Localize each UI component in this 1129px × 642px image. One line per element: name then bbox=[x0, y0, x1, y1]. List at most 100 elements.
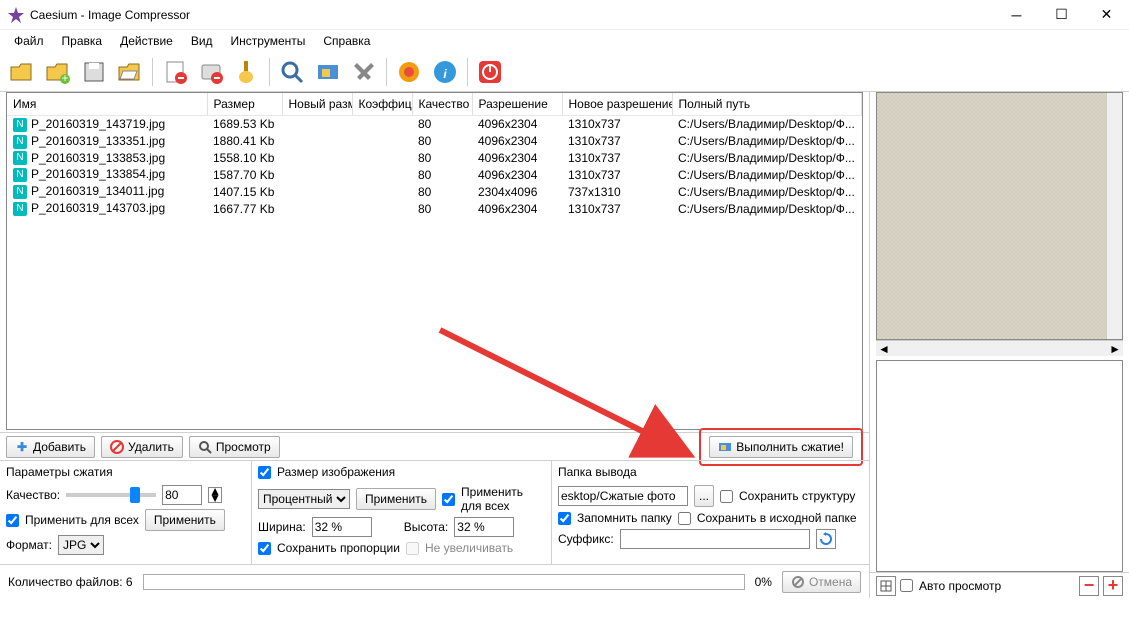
table-row[interactable]: NP_20160319_133854.jpg1587.70 Kb804096x2… bbox=[7, 166, 862, 183]
table-row[interactable]: NP_20160319_134011.jpg1407.15 Kb802304x4… bbox=[7, 183, 862, 200]
size-mode-select[interactable]: Процентный bbox=[258, 489, 350, 509]
remove-button[interactable]: Удалить bbox=[101, 436, 183, 458]
col-res[interactable]: Разрешение bbox=[472, 93, 562, 116]
minimize-button[interactable]: ─ bbox=[994, 0, 1039, 29]
zoom-in-icon[interactable]: + bbox=[1103, 576, 1123, 596]
table-row[interactable]: NP_20160319_143719.jpg1689.53 Kb804096x2… bbox=[7, 116, 862, 133]
open-file-icon[interactable] bbox=[6, 56, 38, 88]
menu-file[interactable]: Файл bbox=[6, 32, 52, 50]
progress-bar bbox=[143, 574, 745, 590]
open-folder-icon[interactable]: + bbox=[42, 56, 74, 88]
forbidden-icon bbox=[110, 440, 124, 454]
imagesize-panel: Размер изображения Процентный Применить … bbox=[252, 461, 552, 564]
power-icon[interactable] bbox=[474, 56, 506, 88]
new-badge-icon: N bbox=[13, 185, 27, 199]
col-newsize[interactable]: Новый разм bbox=[282, 93, 352, 116]
file-count: Количество файлов: 6 bbox=[8, 575, 133, 589]
new-badge-icon: N bbox=[13, 135, 27, 149]
info-icon[interactable]: i bbox=[429, 56, 461, 88]
menu-edit[interactable]: Правка bbox=[54, 32, 111, 50]
apply-quality-button[interactable]: Применить bbox=[145, 509, 225, 531]
new-badge-icon: N bbox=[13, 151, 27, 165]
stepper-icon[interactable]: ▲▼ bbox=[208, 487, 222, 503]
table-row[interactable]: NP_20160319_143703.jpg1667.77 Kb804096x2… bbox=[7, 200, 862, 217]
open-list-icon[interactable] bbox=[114, 56, 146, 88]
maximize-button[interactable]: ☐ bbox=[1039, 0, 1084, 29]
keep-structure-check[interactable]: Сохранить структуру bbox=[720, 489, 855, 503]
col-ratio[interactable]: Коэффици bbox=[352, 93, 412, 116]
file-table[interactable]: Имя Размер Новый разм Коэффици Качество … bbox=[6, 92, 863, 430]
menu-tools[interactable]: Инструменты bbox=[223, 32, 314, 50]
output-title: Папка вывода bbox=[558, 465, 863, 479]
statusbar: Количество файлов: 6 0% Отмена bbox=[0, 564, 869, 598]
cancel-icon bbox=[791, 575, 805, 589]
format-label: Формат: bbox=[6, 538, 52, 552]
output-folder-input[interactable] bbox=[558, 486, 688, 506]
menu-view[interactable]: Вид bbox=[183, 32, 221, 50]
compress-icon[interactable] bbox=[312, 56, 344, 88]
app-icon bbox=[8, 7, 24, 23]
browse-button[interactable]: ... bbox=[694, 485, 714, 507]
compression-panel: Параметры сжатия Качество: ▲▼ Применить … bbox=[0, 461, 252, 564]
compression-title: Параметры сжатия bbox=[6, 465, 245, 479]
progress-percent: 0% bbox=[755, 575, 772, 589]
col-name[interactable]: Имя bbox=[7, 93, 207, 116]
format-select[interactable]: JPG bbox=[58, 535, 104, 555]
settings-icon[interactable] bbox=[348, 56, 380, 88]
clear-list-icon[interactable] bbox=[231, 56, 263, 88]
imagesize-title-check[interactable]: Размер изображения bbox=[258, 465, 545, 479]
save-list-icon[interactable] bbox=[78, 56, 110, 88]
keep-ratio-check[interactable]: Сохранить пропорции bbox=[258, 541, 400, 555]
preview-button[interactable]: Просмотр bbox=[189, 436, 280, 458]
save-source-check[interactable]: Сохранить в исходной папке bbox=[678, 511, 857, 525]
new-badge-icon: N bbox=[13, 168, 27, 182]
plus-icon: ✚ bbox=[15, 440, 29, 454]
menu-action[interactable]: Действие bbox=[112, 32, 181, 50]
apply-all-quality[interactable]: Применить для всех bbox=[6, 513, 139, 527]
close-button[interactable]: ✕ bbox=[1084, 0, 1129, 29]
vscrollbar[interactable] bbox=[1106, 93, 1122, 339]
compress-action-icon bbox=[718, 440, 732, 454]
cancel-button[interactable]: Отмена bbox=[782, 571, 861, 593]
height-input[interactable] bbox=[454, 517, 514, 537]
auto-preview-check[interactable]: Авто просмотр bbox=[900, 579, 1001, 593]
zoom-out-icon[interactable]: − bbox=[1079, 576, 1099, 596]
width-input[interactable] bbox=[312, 517, 372, 537]
menu-help[interactable]: Справка bbox=[315, 32, 378, 50]
fit-icon[interactable] bbox=[876, 576, 896, 596]
suffix-input[interactable] bbox=[620, 529, 810, 549]
compress-button[interactable]: Выполнить сжатие! bbox=[709, 436, 853, 458]
window-title: Caesium - Image Compressor bbox=[30, 8, 994, 22]
width-label: Ширина: bbox=[258, 520, 306, 534]
col-size[interactable]: Размер bbox=[207, 93, 282, 116]
quality-label: Качество: bbox=[6, 488, 60, 502]
hscrollbar[interactable]: ◄► bbox=[876, 340, 1123, 356]
quality-input[interactable] bbox=[162, 485, 202, 505]
titlebar: Caesium - Image Compressor ─ ☐ ✕ bbox=[0, 0, 1129, 30]
table-row[interactable]: NP_20160319_133351.jpg1880.41 Kb804096x2… bbox=[7, 133, 862, 150]
add-button[interactable]: ✚Добавить bbox=[6, 436, 95, 458]
scroll-left-icon[interactable]: ◄ bbox=[878, 342, 890, 356]
remember-folder-check[interactable]: Запомнить папку bbox=[558, 511, 672, 525]
height-label: Высота: bbox=[404, 520, 449, 534]
table-row[interactable]: NP_20160319_133853.jpg1558.10 Kb804096x2… bbox=[7, 150, 862, 167]
reset-suffix-icon[interactable] bbox=[816, 529, 836, 549]
scroll-right-icon[interactable]: ► bbox=[1109, 342, 1121, 356]
suffix-label: Суффикс: bbox=[558, 532, 614, 546]
quality-slider[interactable] bbox=[66, 493, 156, 497]
remove-item-icon[interactable] bbox=[159, 56, 191, 88]
preview-icon[interactable] bbox=[276, 56, 308, 88]
no-upscale-check[interactable]: Не увеличивать bbox=[406, 541, 513, 555]
preview-original[interactable] bbox=[876, 92, 1123, 340]
star-icon[interactable] bbox=[393, 56, 425, 88]
magnifier-icon bbox=[198, 440, 212, 454]
apply-size-button[interactable]: Применить bbox=[356, 488, 436, 510]
remove-folder-icon[interactable] bbox=[195, 56, 227, 88]
col-newres[interactable]: Новое разрешение bbox=[562, 93, 672, 116]
col-quality[interactable]: Качество bbox=[412, 93, 472, 116]
new-badge-icon: N bbox=[13, 202, 27, 216]
svg-text:+: + bbox=[61, 71, 68, 85]
apply-all-size[interactable]: Применить для всех bbox=[442, 485, 545, 513]
col-path[interactable]: Полный путь bbox=[672, 93, 862, 116]
preview-compressed[interactable] bbox=[876, 360, 1123, 572]
